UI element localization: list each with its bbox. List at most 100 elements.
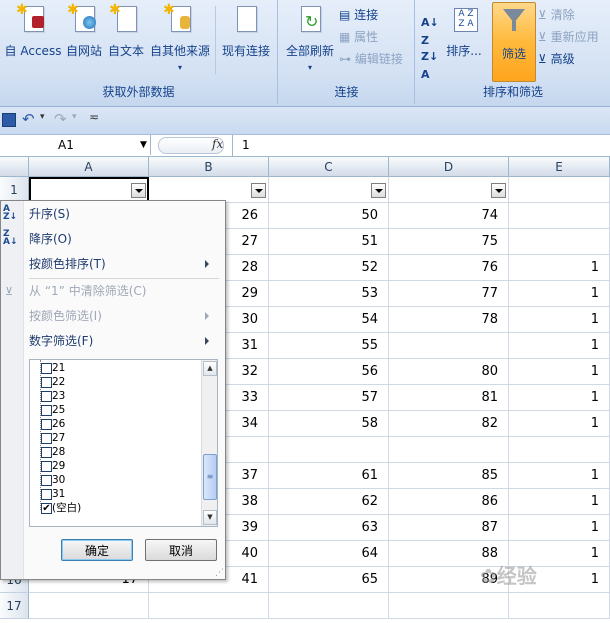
- cell-e[interactable]: [509, 203, 610, 229]
- row-header[interactable]: 17: [0, 593, 29, 619]
- cell-e[interactable]: 1: [509, 281, 610, 307]
- checkbox-icon[interactable]: [41, 447, 52, 458]
- cell-d[interactable]: 85: [389, 463, 509, 489]
- filter-value-item[interactable]: 22: [41, 375, 65, 389]
- cell-d[interactable]: 78: [389, 307, 509, 333]
- menu-filter-by-color[interactable]: 按颜色筛选(I): [29, 305, 217, 327]
- column-header-e[interactable]: E: [509, 157, 610, 177]
- refresh-all-button[interactable]: ↻ 全部刷新 ▾: [283, 4, 337, 73]
- checkbox-icon[interactable]: [41, 363, 52, 374]
- cell-c[interactable]: 56: [269, 359, 389, 385]
- cell-d[interactable]: [389, 593, 509, 619]
- filter-value-item[interactable]: 25: [41, 403, 65, 417]
- cell-d[interactable]: 82: [389, 411, 509, 437]
- scroll-thumb[interactable]: ≡: [203, 454, 217, 500]
- checkbox-icon[interactable]: [41, 489, 52, 500]
- cell-c[interactable]: 63: [269, 515, 389, 541]
- cell-e[interactable]: 1: [509, 255, 610, 281]
- cell-c[interactable]: 53: [269, 281, 389, 307]
- formula-input[interactable]: 1: [242, 138, 250, 152]
- from-text-button[interactable]: ✱ 自文本: [106, 2, 146, 59]
- reapply-button[interactable]: ⊻ 重新应用: [538, 28, 599, 46]
- cell-e[interactable]: 1: [509, 385, 610, 411]
- cell-e[interactable]: 1: [509, 411, 610, 437]
- from-access-button[interactable]: ✱ 自 Access: [4, 2, 62, 59]
- menu-sort-ascending[interactable]: 升序(S): [29, 203, 70, 225]
- filter-value-item[interactable]: 28: [41, 445, 65, 459]
- filter-value-item[interactable]: 30: [41, 473, 65, 487]
- menu-number-filters[interactable]: 数字筛选(F): [29, 330, 217, 352]
- cell-c[interactable]: 50: [269, 203, 389, 229]
- checkbox-icon[interactable]: [41, 377, 52, 388]
- checkbox-icon[interactable]: [41, 405, 52, 416]
- filter-value-item[interactable]: 23: [41, 389, 65, 403]
- filter-value-item[interactable]: 27: [41, 431, 65, 445]
- cell-d[interactable]: 77: [389, 281, 509, 307]
- column-header-b[interactable]: B: [149, 157, 269, 177]
- cell-a[interactable]: [29, 593, 149, 619]
- name-box-dropdown-icon[interactable]: ▼: [140, 135, 147, 155]
- cell-c[interactable]: 55: [269, 333, 389, 359]
- filter-dropdown-c[interactable]: [371, 183, 386, 198]
- resize-grip-icon[interactable]: ⋰: [215, 568, 224, 578]
- cell-c[interactable]: [269, 437, 389, 463]
- filter-values-list[interactable]: 21 22 23 25 26 27 28 29 30 31 ✔ (空白) ▲ ≡ ▼: [29, 359, 218, 527]
- checkbox-icon[interactable]: [41, 433, 52, 444]
- filter-button[interactable]: 筛选: [492, 2, 536, 82]
- list-scrollbar[interactable]: ▲ ≡ ▼: [201, 360, 217, 526]
- filter-dropdown-d[interactable]: [491, 183, 506, 198]
- cell-d[interactable]: [389, 333, 509, 359]
- cell-e[interactable]: 1: [509, 463, 610, 489]
- cell-c[interactable]: 57: [269, 385, 389, 411]
- select-all-corner[interactable]: [0, 157, 29, 177]
- filter-value-item[interactable]: 29: [41, 459, 65, 473]
- properties-button[interactable]: ▦ 属性: [339, 28, 378, 46]
- cell-c[interactable]: 64: [269, 541, 389, 567]
- filter-dropdown-b[interactable]: [251, 183, 266, 198]
- filter-dropdown-a[interactable]: [131, 183, 146, 198]
- checkbox-checked-icon[interactable]: ✔: [41, 503, 52, 514]
- cell-e[interactable]: [509, 593, 610, 619]
- menu-sort-descending[interactable]: 降序(O): [29, 228, 72, 250]
- cell-e[interactable]: 1: [509, 307, 610, 333]
- checkbox-icon[interactable]: [41, 419, 52, 430]
- cell-e[interactable]: 1: [509, 359, 610, 385]
- existing-connections-button[interactable]: 现有连接: [218, 4, 274, 59]
- from-web-button[interactable]: ✱ 自网站: [64, 2, 104, 59]
- filter-value-item[interactable]: ✔ (空白): [41, 501, 81, 515]
- cell-d[interactable]: 76: [389, 255, 509, 281]
- undo-icon[interactable]: ↶: [22, 110, 35, 128]
- save-icon[interactable]: [2, 113, 16, 127]
- menu-sort-by-color[interactable]: 按颜色排序(T): [29, 253, 217, 275]
- cell-d[interactable]: 87: [389, 515, 509, 541]
- cell-c[interactable]: 65: [269, 567, 389, 593]
- checkbox-icon[interactable]: [41, 391, 52, 402]
- redo-icon[interactable]: ↷: [54, 110, 67, 128]
- cell-c[interactable]: 52: [269, 255, 389, 281]
- connections-button[interactable]: ▤ 连接: [339, 6, 378, 24]
- from-other-sources-button[interactable]: ✱ 自其他来源 ▾: [148, 2, 212, 73]
- column-header-c[interactable]: C: [269, 157, 389, 177]
- checkbox-icon[interactable]: [41, 475, 52, 486]
- scroll-down-icon[interactable]: ▼: [203, 510, 217, 525]
- advanced-filter-button[interactable]: ⊻ 高级: [538, 50, 575, 68]
- cell-c[interactable]: 58: [269, 411, 389, 437]
- checkbox-icon[interactable]: [41, 461, 52, 472]
- insert-function-icon[interactable]: fx: [212, 137, 223, 151]
- filter-value-item[interactable]: 21: [41, 361, 65, 375]
- clear-filter-button[interactable]: ⊻ 清除: [538, 6, 575, 24]
- cell-b[interactable]: [149, 593, 269, 619]
- cell-e[interactable]: [509, 437, 610, 463]
- cell-d[interactable]: 86: [389, 489, 509, 515]
- sort-za-button[interactable]: Z↓ A: [421, 48, 438, 81]
- cell-c[interactable]: 54: [269, 307, 389, 333]
- sort-button[interactable]: A ZZ A 排序...: [444, 4, 484, 59]
- cell-e[interactable]: 1: [509, 515, 610, 541]
- edit-links-button[interactable]: ⊶ 编辑链接: [339, 50, 403, 68]
- cell-e[interactable]: [509, 177, 610, 203]
- cell-c[interactable]: 62: [269, 489, 389, 515]
- cancel-button[interactable]: 取消: [145, 539, 217, 561]
- cell-e[interactable]: 1: [509, 489, 610, 515]
- cell-d[interactable]: 80: [389, 359, 509, 385]
- cell-d[interactable]: 74: [389, 203, 509, 229]
